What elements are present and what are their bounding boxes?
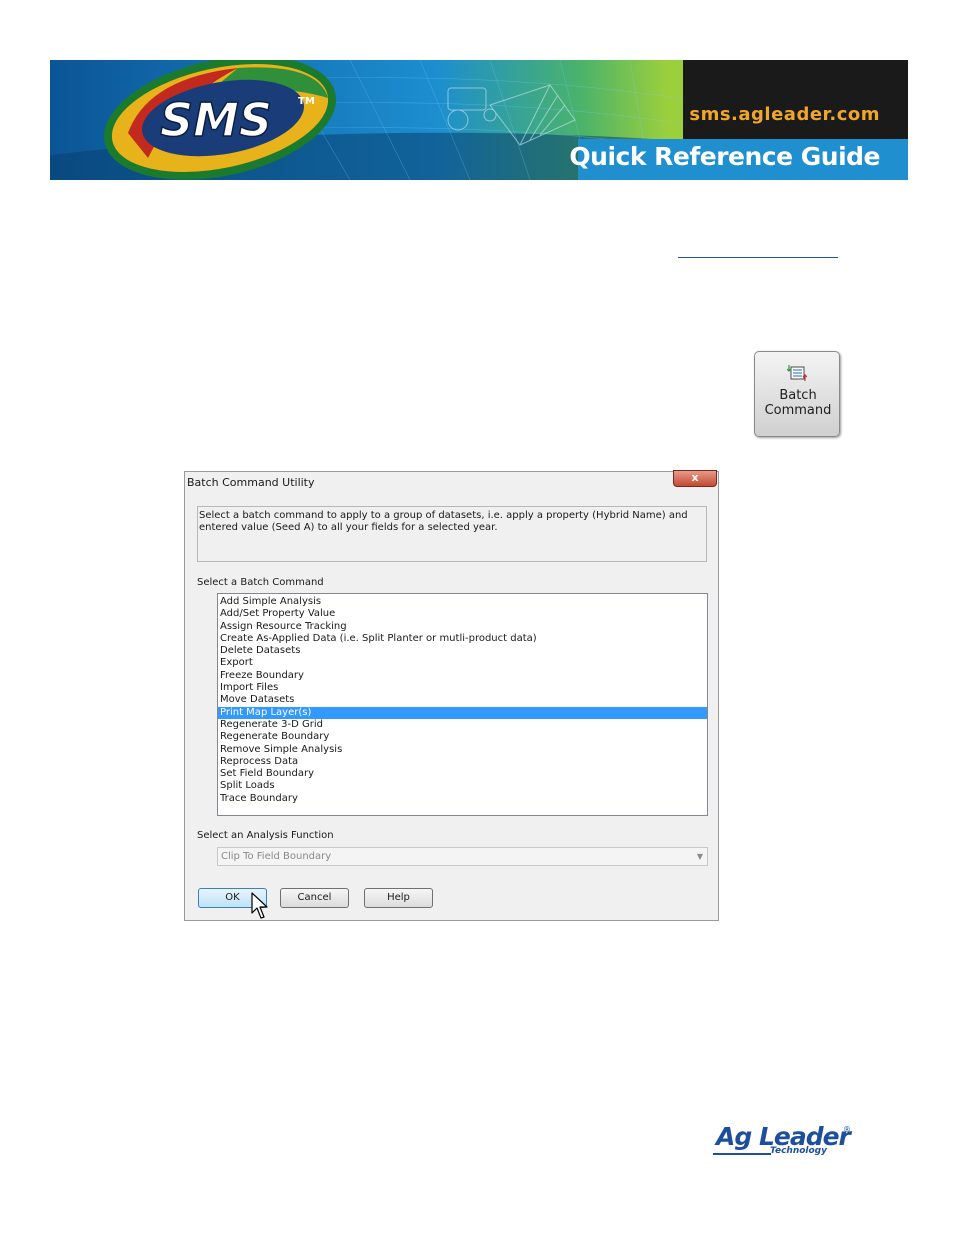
- description-box: Select a batch command to apply to a gro…: [197, 506, 707, 562]
- command-list-item[interactable]: Move Datasets: [218, 694, 707, 706]
- mouse-pointer-icon: [251, 892, 268, 919]
- guide-title: Quick Reference Guide: [569, 142, 880, 171]
- command-list-item[interactable]: Remove Simple Analysis: [218, 744, 707, 756]
- ag-leader-registered-mark: ®: [843, 1125, 851, 1134]
- close-icon: x: [691, 471, 699, 484]
- command-list-item[interactable]: Regenerate 3-D Grid: [218, 719, 707, 731]
- command-list-item[interactable]: Set Field Boundary: [218, 768, 707, 780]
- header-banner: sms.agleader.com Quick Reference Guide S…: [50, 60, 908, 180]
- command-list-item[interactable]: Delete Datasets: [218, 645, 707, 657]
- batch-command-label: Batch Command: [755, 388, 841, 418]
- sms-logo: SMS TM: [103, 60, 337, 180]
- command-list-item[interactable]: Regenerate Boundary: [218, 731, 707, 743]
- site-url: sms.agleader.com: [689, 104, 880, 125]
- batch-label-line1: Batch: [779, 388, 817, 403]
- help-button[interactable]: Help: [364, 888, 433, 908]
- command-list-item[interactable]: Create As-Applied Data (i.e. Split Plant…: [218, 633, 707, 645]
- analysis-function-label: Select an Analysis Function: [197, 830, 334, 841]
- select-command-label: Select a Batch Command: [197, 577, 324, 588]
- chevron-down-icon: ▼: [696, 852, 703, 861]
- command-list-item[interactable]: Add Simple Analysis: [218, 596, 707, 608]
- sms-logo-text: SMS: [160, 93, 272, 147]
- ag-leader-underline: [713, 1153, 771, 1155]
- hyperlink-underline[interactable]: [678, 257, 838, 258]
- command-list-item[interactable]: Reprocess Data: [218, 756, 707, 768]
- batch-command-utility-dialog: Batch Command Utility x Select a batch c…: [184, 470, 719, 921]
- close-button[interactable]: x: [673, 470, 717, 487]
- sms-logo-tm: TM: [298, 96, 315, 107]
- batch-command-button[interactable]: Batch Command: [754, 351, 840, 437]
- command-list-item[interactable]: Split Loads: [218, 780, 707, 792]
- command-list-item[interactable]: Assign Resource Tracking: [218, 621, 707, 633]
- command-list-item[interactable]: Export: [218, 657, 707, 669]
- cancel-button[interactable]: Cancel: [280, 888, 349, 908]
- command-list-item[interactable]: Add/Set Property Value: [218, 608, 707, 620]
- ag-leader-logo-sub: Technology: [770, 1146, 827, 1156]
- analysis-function-dropdown[interactable]: Clip To Field Boundary ▼: [217, 847, 708, 866]
- ag-leader-logo: Ag Leader ® Technology: [713, 1122, 853, 1162]
- command-listbox[interactable]: Add Simple Analysis Add/Set Property Valu…: [217, 593, 708, 816]
- command-list-item[interactable]: Import Files: [218, 682, 707, 694]
- dialog-title: Batch Command Utility: [187, 476, 315, 489]
- batch-label-line2: Command: [764, 403, 832, 418]
- command-list-item[interactable]: Trace Boundary: [218, 793, 707, 805]
- batch-list-icon: [787, 365, 807, 381]
- command-list-item[interactable]: Print Map Layer(s): [218, 706, 707, 719]
- command-list-item[interactable]: Freeze Boundary: [218, 670, 707, 682]
- analysis-function-value: Clip To Field Boundary: [221, 851, 332, 862]
